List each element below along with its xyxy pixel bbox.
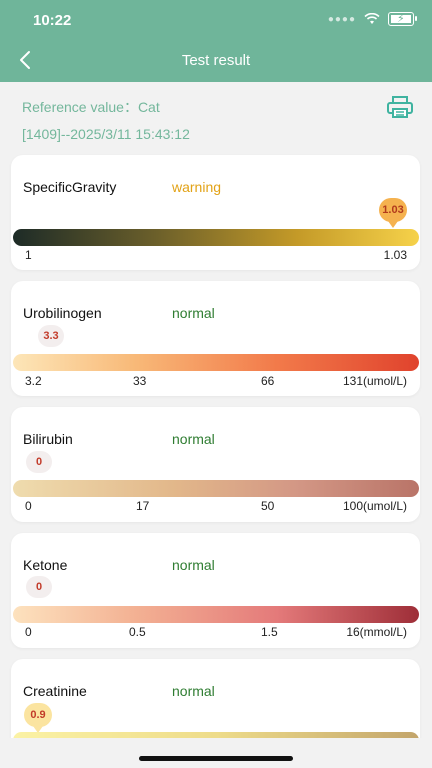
marker-value: 0.9: [30, 709, 46, 721]
tick-label: 0.5: [129, 625, 146, 639]
tick-label: 16(mmol/L): [346, 625, 407, 639]
value-marker: 3.3: [38, 325, 64, 347]
status-time: 10:22: [33, 12, 72, 29]
range-bar: [13, 606, 419, 623]
marker-value: 0: [35, 581, 43, 593]
tick-label: 1: [25, 248, 32, 262]
home-indicator[interactable]: [139, 756, 293, 761]
tick-label: 0: [25, 625, 32, 639]
tick-label: 131(umol/L): [342, 374, 407, 388]
tick-label: 100(umol/L): [342, 499, 407, 513]
item-name: SpecificGravity: [23, 179, 117, 195]
item-name: Ketone: [23, 557, 68, 573]
result-card-bilirubin: Bilirubin normal 0 0 17 50 100(umol/L): [11, 407, 420, 522]
app-header: 10:22 ●●●● ⚡ Test result: [0, 0, 432, 82]
tick-label: 17: [136, 499, 150, 513]
reference-value: Reference value：Cat: [22, 99, 160, 115]
result-card-specific-gravity: SpecificGravity warning 1.03 1 1.03: [11, 155, 420, 270]
tick-label: 50: [261, 499, 275, 513]
item-name: Urobilinogen: [23, 305, 102, 321]
tick-label: 3.2: [25, 374, 42, 388]
tick-label: 1.5: [261, 625, 278, 639]
value-marker: 1.03: [379, 198, 407, 228]
bottom-safe-area: [0, 738, 432, 768]
marker-value: 3.3: [43, 330, 59, 342]
signal-icon: ●●●●: [327, 13, 356, 25]
tick-label: 0: [25, 499, 32, 513]
item-name: Creatinine: [23, 683, 87, 699]
battery-icon: ⚡: [388, 12, 417, 26]
value-marker: 0.9: [24, 703, 52, 733]
item-name: Bilirubin: [23, 431, 73, 447]
range-bar: [13, 354, 419, 371]
item-status: normal: [172, 431, 215, 447]
tick-label: 1.03: [383, 248, 407, 262]
marker-value: 1.03: [382, 204, 404, 216]
range-bar: [13, 229, 419, 246]
item-status: normal: [172, 557, 215, 573]
item-status: normal: [172, 683, 215, 699]
status-icons: ●●●● ⚡: [327, 12, 417, 26]
page-title: Test result: [181, 52, 251, 69]
tick-label: 66: [261, 374, 275, 388]
item-status: warning: [172, 179, 222, 195]
value-marker: 0: [26, 576, 52, 598]
wifi-icon: [364, 13, 380, 24]
record-info: [1409]--2025/3/11 15:43:12: [22, 126, 190, 142]
item-status: normal: [172, 305, 215, 321]
result-card-ketone: Ketone normal 0 0 0.5 1.5 16(mmol/L): [11, 533, 420, 648]
result-card-urobilinogen: Urobilinogen normal 3.3 3.2 33 66 131(um…: [11, 281, 420, 396]
printer-icon[interactable]: [386, 95, 414, 119]
tick-label: 33: [133, 374, 147, 388]
marker-value: 0: [35, 456, 43, 468]
range-bar: [13, 480, 419, 497]
value-marker: 0: [26, 451, 52, 473]
